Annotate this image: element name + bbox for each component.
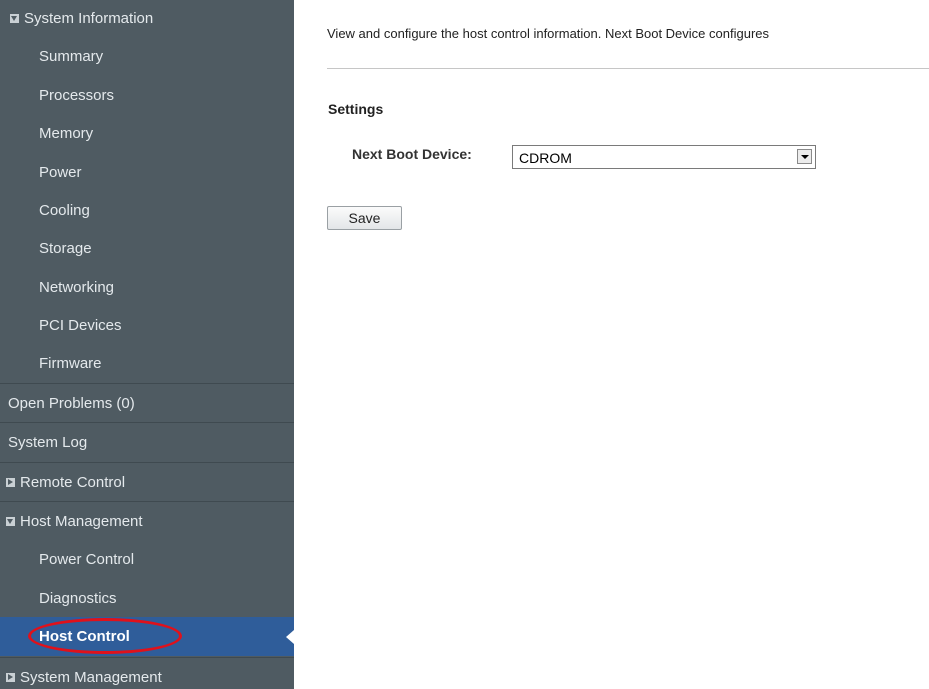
- sidebar-item-label: System Information: [24, 10, 154, 27]
- save-button[interactable]: Save: [327, 206, 402, 230]
- sidebar-item-label: PCI Devices: [39, 317, 122, 334]
- main-content: View and configure the host control info…: [294, 0, 929, 689]
- page-description: View and configure the host control info…: [327, 26, 769, 41]
- sidebar-item-label: Storage: [39, 240, 92, 257]
- dropdown-arrow-icon[interactable]: [797, 149, 812, 164]
- sidebar-item-processors[interactable]: Processors: [0, 76, 294, 115]
- collapsed-triangle-icon[interactable]: [6, 673, 15, 682]
- sidebar-item-host-management[interactable]: Host Management: [0, 501, 294, 540]
- sidebar-item-storage[interactable]: Storage: [0, 229, 294, 268]
- sidebar-item-host-control[interactable]: Host Control: [0, 617, 294, 656]
- next-boot-device-label: Next Boot Device:: [352, 146, 472, 162]
- expanded-triangle-icon[interactable]: [6, 517, 15, 526]
- next-boot-device-select[interactable]: CDROM: [512, 145, 816, 169]
- sidebar-item-label: System Management: [20, 669, 162, 686]
- sidebar-item-cooling[interactable]: Cooling: [0, 191, 294, 230]
- sidebar-item-system-management[interactable]: System Management: [0, 657, 294, 689]
- sidebar-item-label: Summary: [39, 48, 104, 65]
- sidebar-item-system-log[interactable]: System Log: [0, 422, 294, 461]
- expanded-triangle-icon[interactable]: [10, 14, 19, 23]
- sidebar-item-label: Power Control: [39, 551, 135, 568]
- collapsed-triangle-icon[interactable]: [6, 478, 15, 487]
- sidebar-item-label: Processors: [39, 87, 115, 104]
- sidebar-nav: System Information Summary Processors Me…: [0, 0, 294, 689]
- divider: [327, 68, 929, 69]
- sidebar-item-label: Memory: [39, 125, 94, 142]
- sidebar-item-system-information[interactable]: System Information: [0, 0, 294, 37]
- sidebar-item-label: Host Management: [20, 513, 143, 530]
- sidebar-item-label: Cooling: [39, 202, 90, 219]
- sidebar-item-power[interactable]: Power: [0, 153, 294, 192]
- next-boot-device-value: CDROM: [519, 150, 572, 166]
- sidebar-item-power-control[interactable]: Power Control: [0, 540, 294, 579]
- sidebar-item-label: Diagnostics: [39, 590, 117, 607]
- sidebar-item-diagnostics[interactable]: Diagnostics: [0, 579, 294, 618]
- sidebar-item-open-problems[interactable]: Open Problems (0): [0, 383, 294, 422]
- sidebar-item-pci-devices[interactable]: PCI Devices: [0, 306, 294, 345]
- sidebar-item-label: Power: [39, 164, 82, 181]
- sidebar-item-firmware[interactable]: Firmware: [0, 344, 294, 383]
- sidebar-item-summary[interactable]: Summary: [0, 37, 294, 76]
- sidebar-item-label: Networking: [39, 279, 115, 296]
- sidebar-item-label: Open Problems (0): [8, 395, 135, 412]
- sidebar-item-networking[interactable]: Networking: [0, 268, 294, 307]
- sidebar-item-label: Host Control: [39, 628, 130, 645]
- sidebar-item-label: Remote Control: [20, 474, 126, 491]
- active-item-pointer-icon: [286, 630, 294, 644]
- section-title: Settings: [328, 101, 384, 117]
- sidebar-item-label: System Log: [8, 434, 88, 451]
- sidebar-item-remote-control[interactable]: Remote Control: [0, 462, 294, 501]
- sidebar-item-label: Firmware: [39, 355, 102, 372]
- sidebar-item-memory[interactable]: Memory: [0, 114, 294, 153]
